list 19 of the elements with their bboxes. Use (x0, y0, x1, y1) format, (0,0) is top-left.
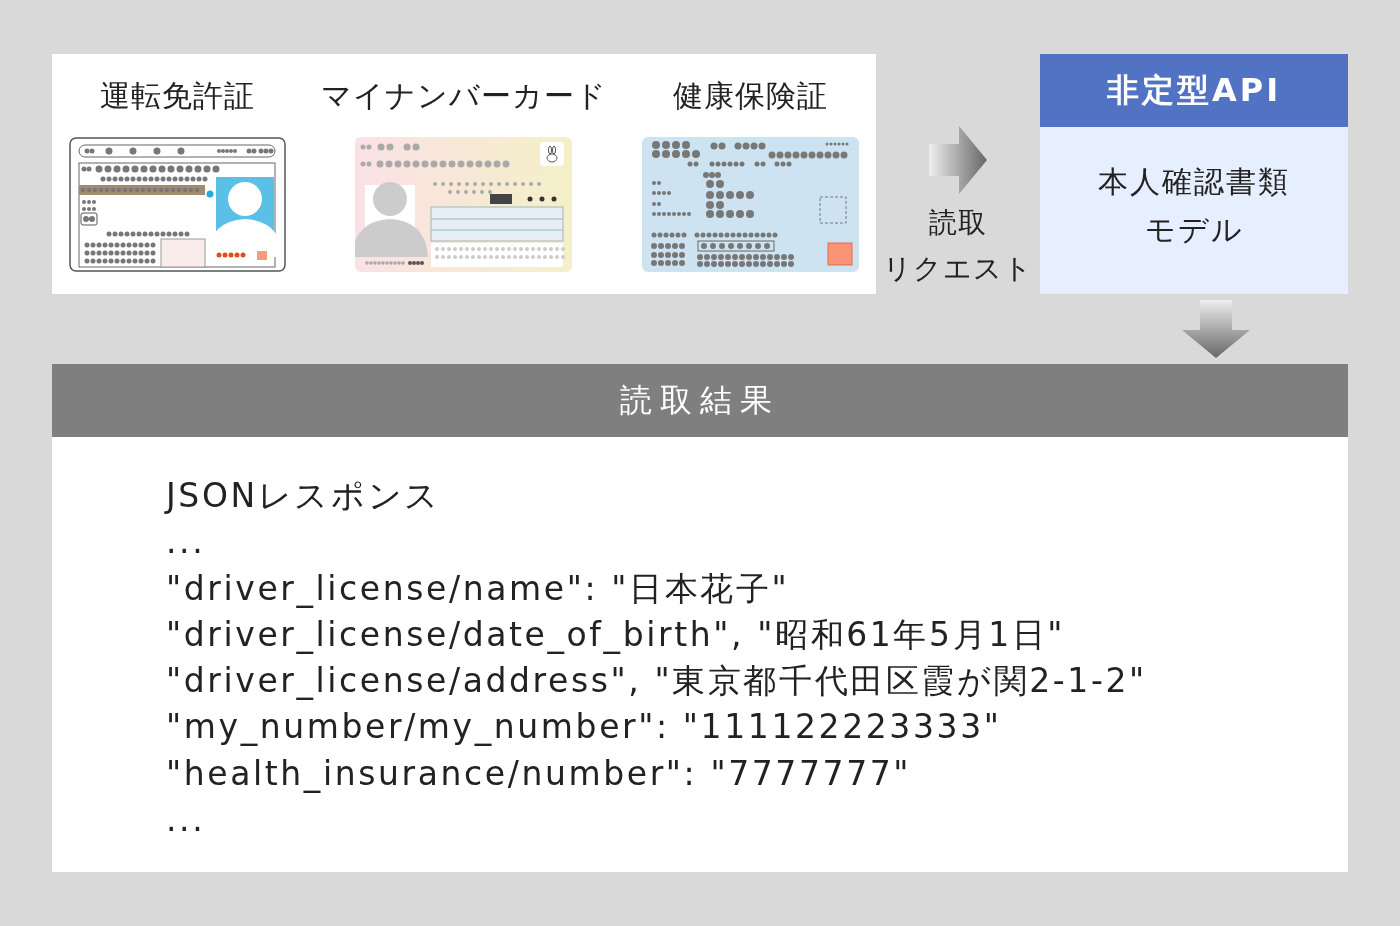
response-line: "driver_license/name": "日本花子" (166, 567, 790, 610)
document-label: 健康保険証 (672, 77, 828, 115)
api-title: 非定型API (1040, 54, 1348, 127)
response-line: "driver_license/date_of_birth", "昭和61年5月1日" (166, 613, 1066, 656)
response-line: JSONレスポンス (166, 475, 441, 517)
right-arrow-icon (929, 126, 987, 194)
down-arrow-icon (1182, 300, 1250, 358)
request-label: 読取 (929, 205, 987, 241)
response-line: "my_number/my_number": "111122223333" (166, 706, 1002, 749)
document-label: 運転免許証 (100, 77, 256, 115)
response-line: ... (166, 799, 206, 842)
response-line: "driver_license/address", "東京都千代田区霞が関2-1-2" (166, 660, 1147, 703)
request-label: リクエスト (883, 251, 1033, 287)
model-label: モデル (1144, 210, 1244, 249)
document-label: マイナンバーカード (321, 77, 607, 115)
result-title: 読取結果 (52, 364, 1348, 437)
model-label: 本人確認書類 (1098, 162, 1290, 201)
response-line: ... (166, 521, 206, 564)
response-line: "health_insurance/number": "7777777" (166, 752, 912, 795)
